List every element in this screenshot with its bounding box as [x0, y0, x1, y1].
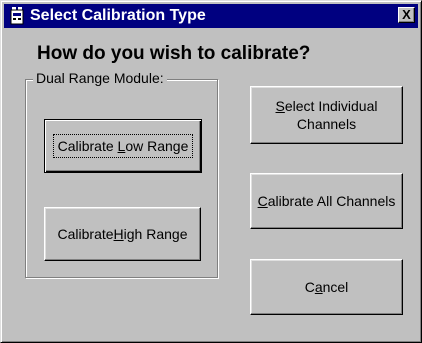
close-icon: X [402, 7, 411, 22]
close-button[interactable]: X [398, 7, 415, 23]
calibrate-low-range-button[interactable]: Calibrate Low Range [44, 119, 202, 173]
app-icon [10, 7, 24, 25]
button-line-2: Channels [296, 116, 357, 132]
group-legend: Dual Range Module: [33, 70, 167, 86]
title-bar[interactable]: Select Calibration Type X [4, 4, 418, 28]
cancel-button[interactable]: Ca ncel [250, 259, 403, 315]
window-title: Select Calibration Type [30, 7, 206, 24]
focus-rect: Calibrate Low Range [52, 134, 194, 158]
button-line-1: Select Individual [275, 98, 378, 114]
calibrate-high-range-button[interactable]: Calibrate High Range [44, 207, 201, 261]
select-individual-channels-button[interactable]: Select Individual Channels [250, 86, 403, 144]
calibrate-all-channels-button[interactable]: Calibrate All Channels [250, 173, 403, 229]
calibration-question: How do you wish to calibrate? [37, 43, 311, 64]
dialog-window: Select Calibration Type X How do you wis… [0, 0, 422, 343]
